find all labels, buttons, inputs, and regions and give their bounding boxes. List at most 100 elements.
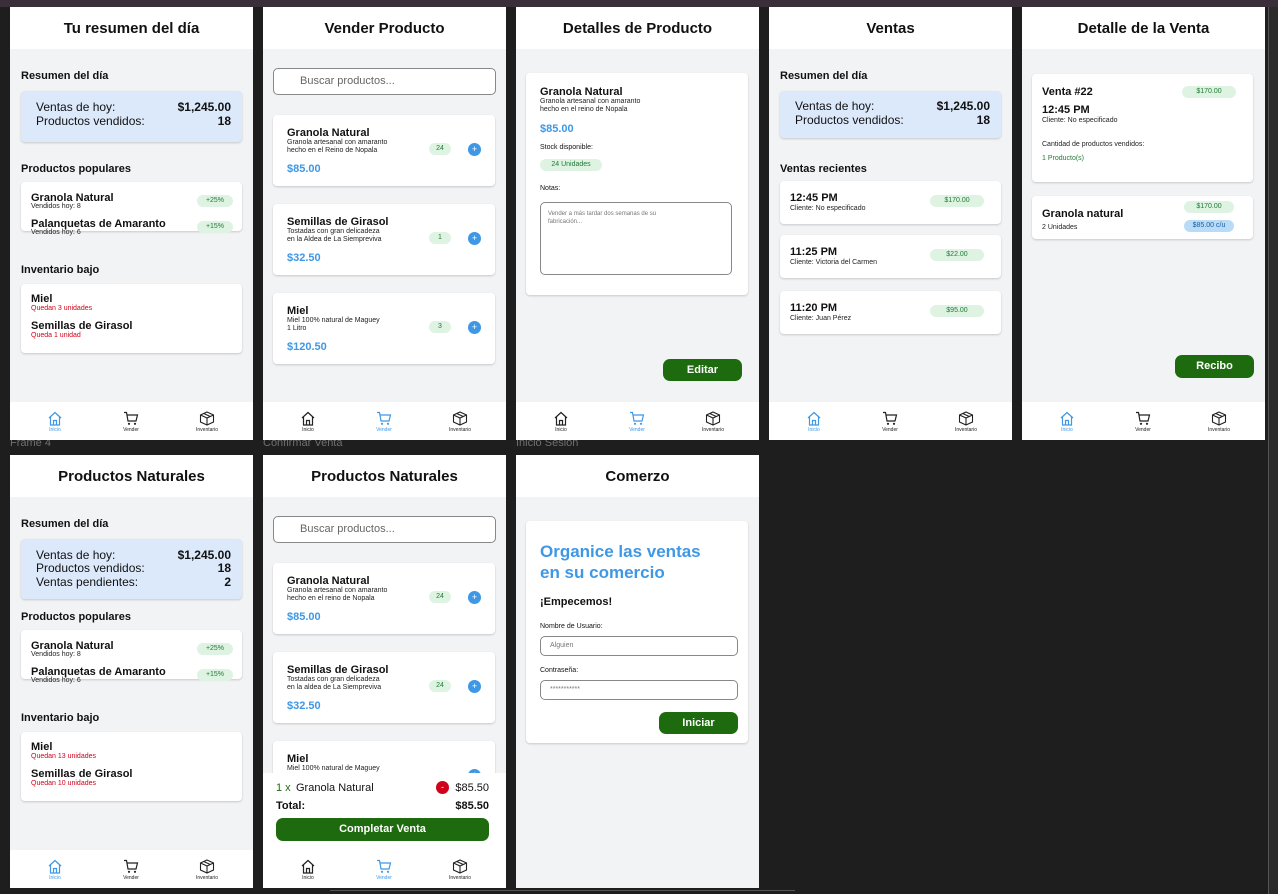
nav-sell[interactable]: Vender (364, 411, 404, 433)
low-item-sub: Queda 1 unidad (31, 332, 81, 339)
page-title: Vender Producto (263, 7, 506, 49)
add-product-button[interactable]: + (468, 680, 481, 693)
notes-textarea[interactable]: Vender a más tardar dos semanas de su fa… (540, 202, 732, 275)
nav-inventory[interactable]: Inventario (440, 859, 480, 881)
products-sold-value: 18 (217, 114, 231, 128)
sale-time: 12:45 PM (1042, 104, 1090, 116)
username-input[interactable]: Alguien (540, 636, 738, 656)
nav-sell-label: Vender (882, 427, 898, 433)
nav-inventory-label: Inventario (449, 427, 471, 433)
headline-line1: Organice las ventas (540, 542, 701, 561)
cart-qty: 1 x (276, 782, 291, 794)
nav-inventory[interactable]: Inventario (946, 411, 986, 433)
nav-inventory[interactable]: Inventario (693, 411, 733, 433)
search-input[interactable]: Buscar productos... (273, 68, 496, 95)
sale-amount: $22.00 (930, 249, 984, 261)
page-title: Productos Naturales (10, 455, 253, 497)
product-desc: Granola artesanal con amaranto (287, 587, 388, 594)
section-recent-title: Ventas recientes (780, 163, 867, 175)
search-input[interactable]: Buscar productos... (273, 516, 496, 543)
popular-card: Granola Natural Vendidos hoy: 8 +25% Pal… (21, 182, 242, 236)
remove-item-button[interactable]: - (436, 781, 449, 794)
username-label: Nombre de Usuario: (540, 623, 603, 630)
nav-inventory[interactable]: Inventario (440, 411, 480, 433)
add-product-button[interactable]: + (468, 143, 481, 156)
stock-badge: 3 (429, 321, 451, 333)
add-product-button[interactable]: + (468, 321, 481, 334)
products-sold-value: 18 (976, 113, 990, 127)
bottom-nav: Inicio Vender Inventario (10, 402, 253, 440)
item-units: 2 Unidades (1042, 224, 1078, 231)
popular-item-sub: Vendidos hoy: 6 (31, 677, 81, 684)
sale-amount: $170.00 (1182, 86, 1236, 98)
nav-home[interactable]: Inicio (1047, 411, 1087, 433)
product-desc: en la aldea de La Siempreviva (287, 684, 382, 691)
low-item-sub: Quedan 3 unidades (31, 305, 93, 312)
product-desc: Miel 100% natural de Maguey (287, 317, 380, 324)
add-product-button[interactable]: + (468, 591, 481, 604)
sale-summary-card: Venta #22 $170.00 12:45 PM Cliente: No e… (1032, 74, 1253, 182)
receipt-button[interactable]: Recibo (1175, 355, 1254, 378)
nav-sell[interactable]: Vender (870, 411, 910, 433)
nav-home[interactable]: Inicio (794, 411, 834, 433)
nav-inventory[interactable]: Inventario (1199, 411, 1239, 433)
sale-row[interactable]: 12:45 PM Cliente: No especificado $170.0… (780, 181, 1001, 224)
popular-badge: +15% (197, 221, 233, 233)
nav-inventory[interactable]: Inventario (187, 859, 227, 881)
product-card[interactable]: Semillas de Girasol Tostadas con gran de… (273, 652, 495, 723)
nav-sell[interactable]: Vender (1123, 411, 1163, 433)
nav-home[interactable]: Inicio (35, 411, 75, 433)
sale-row[interactable]: 11:20 PM Cliente: Juan Pérez $95.00 (780, 291, 1001, 334)
cart-item-price: $85.50 (455, 782, 489, 794)
edit-button[interactable]: Editar (663, 359, 742, 381)
nav-inventory-label: Inventario (955, 427, 977, 433)
nav-sell[interactable]: Vender (617, 411, 657, 433)
popular-item-sub: Vendidos hoy: 8 (31, 203, 81, 210)
nav-home[interactable]: Inicio (288, 411, 328, 433)
cart-icon (883, 411, 898, 425)
start-heading: ¡Empecemos! (540, 596, 613, 608)
cart-icon (124, 859, 139, 873)
login-button[interactable]: Iniciar (659, 712, 738, 734)
pending-sales-label: Ventas pendientes: (36, 575, 139, 589)
nav-home-label: Inicio (808, 427, 820, 433)
low-item-name: Semillas de Girasol (31, 320, 133, 332)
popular-badge: +25% (197, 195, 233, 207)
password-input[interactable]: *********** (540, 680, 738, 700)
sale-row[interactable]: 11:25 PM Cliente: Victoria del Carmen $2… (780, 235, 1001, 278)
nav-sell[interactable]: Vender (364, 859, 404, 881)
nav-sell[interactable]: Vender (111, 411, 151, 433)
section-low-title: Inventario bajo (21, 712, 100, 724)
nav-home[interactable]: Inicio (541, 411, 581, 433)
nav-home-label: Inicio (302, 875, 314, 881)
box-icon (452, 859, 468, 874)
add-product-button[interactable]: + (468, 232, 481, 245)
product-desc: Granola artesanal con amaranto (540, 98, 641, 105)
product-card[interactable]: Miel Miel 100% natural de Maguey 1 Litro… (273, 293, 495, 364)
cart-icon (630, 411, 645, 425)
section-summary-title: Resumen del día (780, 70, 868, 82)
product-card[interactable]: Granola Natural Granola artesanal con am… (273, 115, 495, 186)
product-card[interactable]: Semillas de Girasol Tostadas con gran de… (273, 204, 495, 275)
product-desc: hecho en el reino de Nopala (287, 595, 375, 602)
sale-number: Venta #22 (1042, 86, 1093, 98)
nav-sell[interactable]: Vender (111, 859, 151, 881)
low-item-sub: Quedan 13 unidades (31, 753, 96, 760)
product-name: Granola Natural (287, 575, 370, 587)
product-name: Semillas de Girasol (287, 216, 389, 228)
nav-home[interactable]: Inicio (35, 859, 75, 881)
popular-item-sub: Vendidos hoy: 6 (31, 229, 81, 236)
nav-home[interactable]: Inicio (288, 859, 328, 881)
item-total: $170.00 (1184, 201, 1234, 213)
bottom-nav: Inicio Vender Inventario (769, 402, 1012, 440)
product-card[interactable]: Granola Natural Granola artesanal con am… (273, 563, 495, 634)
section-popular-title: Productos populares (21, 611, 132, 623)
sale-time: 11:25 PM (790, 246, 838, 258)
summary-card: Ventas de hoy: $1,245.00 Productos vendid… (780, 91, 1001, 138)
nav-home-label: Inicio (302, 427, 314, 433)
frame-confirm-sale: Productos Naturales Buscar productos... … (263, 455, 506, 888)
box-icon (1211, 411, 1227, 426)
low-item-name: Semillas de Girasol (31, 768, 133, 780)
nav-inventory[interactable]: Inventario (187, 411, 227, 433)
complete-sale-button[interactable]: Completar Venta (276, 818, 489, 841)
